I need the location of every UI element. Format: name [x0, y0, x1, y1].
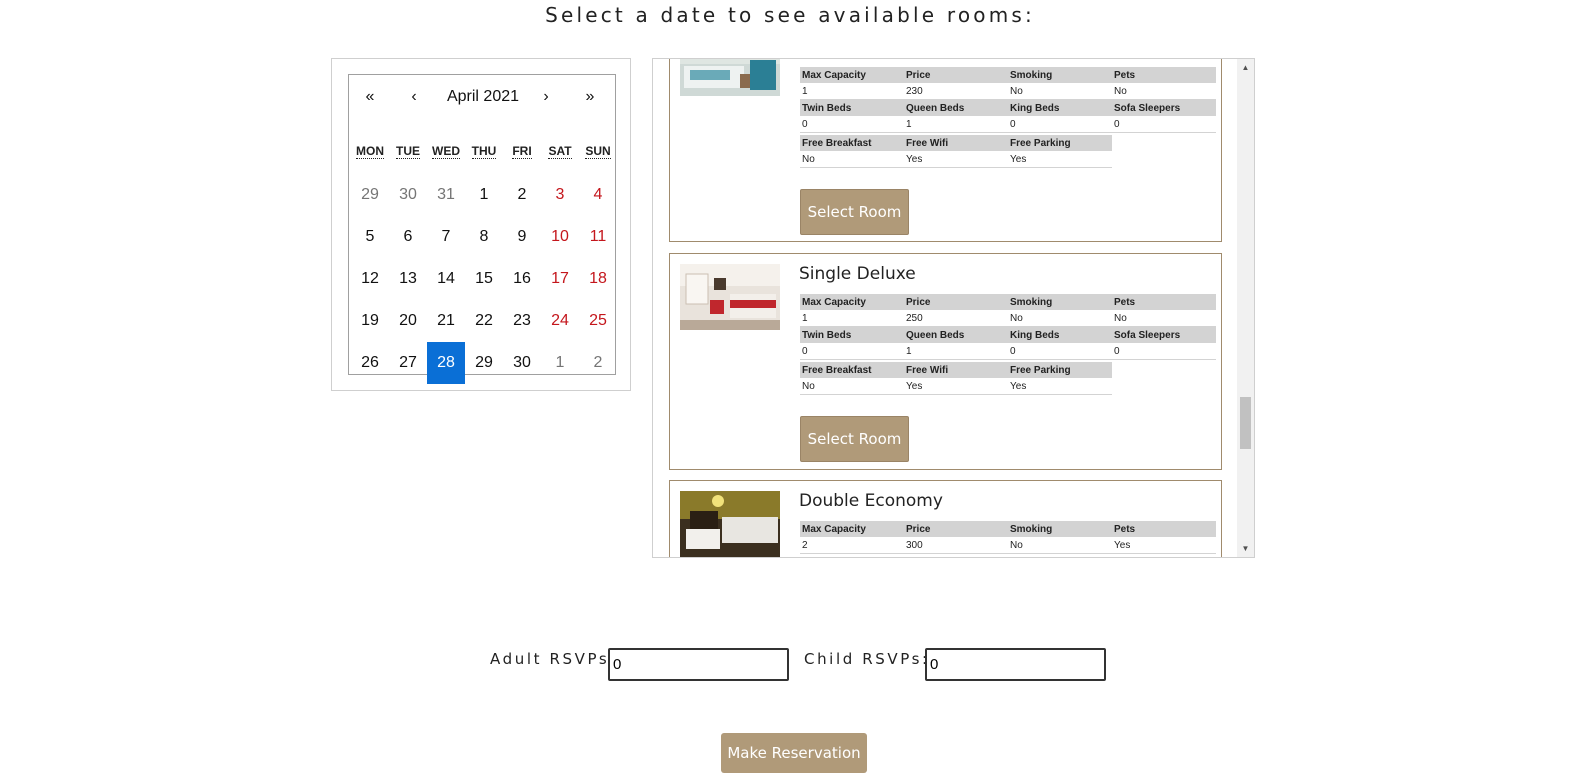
select-room-button[interactable]: Select Room: [800, 416, 909, 462]
scrollbar-thumb[interactable]: [1240, 397, 1251, 449]
calendar-day[interactable]: 5: [351, 216, 389, 258]
calendar-day[interactable]: 25: [579, 300, 617, 342]
room-photo: [680, 59, 780, 96]
weekday-label: FRI: [512, 144, 532, 159]
room-card: Single Deluxe Max Capacity Price Smoking Pe…: [669, 253, 1222, 470]
calendar-day[interactable]: 12: [351, 258, 389, 300]
calendar-day[interactable]: 29: [465, 342, 503, 384]
calendar-day[interactable]: 22: [465, 300, 503, 342]
room-name: Single Deluxe: [799, 264, 916, 284]
scroll-down-icon[interactable]: ▼: [1237, 540, 1254, 557]
available-rooms-list[interactable]: Max Capacity Price Smoking Pets 1 230 No No Tw…: [652, 58, 1255, 558]
calendar-day[interactable]: 1: [541, 342, 579, 384]
weekday-label: WED: [432, 144, 460, 159]
calendar: « ‹ April 2021 › » MON TUE WED THU FRI S…: [348, 74, 616, 384]
calendar-day[interactable]: 9: [503, 216, 541, 258]
calendar-day[interactable]: 16: [503, 258, 541, 300]
weekday-header: MON TUE WED THU FRI SAT SUN: [351, 132, 617, 170]
calendar-day[interactable]: 18: [579, 258, 617, 300]
prev-month-button[interactable]: ‹: [399, 88, 429, 106]
weekday-label: MON: [356, 144, 384, 159]
calendar-day[interactable]: 17: [541, 258, 579, 300]
make-reservation-button[interactable]: Make Reservation: [721, 733, 867, 773]
prev-year-button[interactable]: «: [355, 88, 385, 106]
weekday-label: SAT: [548, 144, 572, 159]
scrollbar[interactable]: ▲ ▼: [1237, 59, 1254, 557]
calendar-day[interactable]: 2: [503, 174, 541, 216]
calendar-day[interactable]: 26: [351, 342, 389, 384]
next-month-button[interactable]: ›: [531, 88, 561, 106]
room-photo: [680, 491, 780, 557]
weekday-label: THU: [471, 144, 497, 159]
calendar-navigation: « ‹ April 2021 › »: [349, 75, 615, 119]
calendar-day[interactable]: 8: [465, 216, 503, 258]
room-card: Double Economy Max Capacity Price Smoking P…: [669, 480, 1222, 557]
room-specs-table: Max Capacity Price Smoking Pets 1 250 No No Tw…: [800, 294, 1216, 360]
room-amenities-table: Free Breakfast Free Wifi Free Parking No Ye…: [800, 362, 1112, 395]
scroll-up-icon[interactable]: ▲: [1237, 59, 1254, 76]
calendar-day[interactable]: 29: [351, 174, 389, 216]
calendar-day[interactable]: 2: [579, 342, 617, 384]
room-amenities-table: Free Breakfast Free Wifi Free Parking No Ye…: [800, 135, 1112, 168]
room-card: Max Capacity Price Smoking Pets 1 230 No No Tw…: [669, 59, 1222, 242]
room-specs-table: Max Capacity Price Smoking Pets 2 300 No Yes: [800, 521, 1216, 554]
calendar-day-selected[interactable]: 28: [427, 342, 465, 384]
calendar-day[interactable]: 11: [579, 216, 617, 258]
calendar-day[interactable]: 21: [427, 300, 465, 342]
calendar-day[interactable]: 23: [503, 300, 541, 342]
calendar-day[interactable]: 20: [389, 300, 427, 342]
room-photo: [680, 264, 780, 330]
calendar-grid: MON TUE WED THU FRI SAT SUN 29 30 31 1 2 3 4 5 6…: [351, 132, 617, 384]
adult-rsvp-label: Adult RSVPs: [490, 650, 610, 668]
calendar-day[interactable]: 30: [389, 174, 427, 216]
calendar-day[interactable]: 6: [389, 216, 427, 258]
calendar-day[interactable]: 10: [541, 216, 579, 258]
adult-rsvp-input[interactable]: [608, 648, 789, 681]
calendar-day[interactable]: 19: [351, 300, 389, 342]
calendar-day[interactable]: 30: [503, 342, 541, 384]
child-rsvp-input[interactable]: [925, 648, 1106, 681]
calendar-day[interactable]: 31: [427, 174, 465, 216]
next-year-button[interactable]: »: [575, 88, 605, 106]
month-label[interactable]: April 2021: [429, 88, 537, 106]
calendar-day[interactable]: 4: [579, 174, 617, 216]
weekday-label: TUE: [396, 144, 420, 159]
child-rsvp-label: Child RSVPs:: [804, 650, 930, 668]
calendar-day[interactable]: 24: [541, 300, 579, 342]
calendar-day[interactable]: 27: [389, 342, 427, 384]
calendar-day[interactable]: 1: [465, 174, 503, 216]
select-room-button[interactable]: Select Room: [800, 189, 909, 235]
calendar-day[interactable]: 15: [465, 258, 503, 300]
calendar-day[interactable]: 7: [427, 216, 465, 258]
page-title: Select a date to see available rooms:: [545, 3, 1035, 27]
calendar-day[interactable]: 14: [427, 258, 465, 300]
room-name: Double Economy: [799, 491, 943, 511]
date-picker-panel: « ‹ April 2021 › » MON TUE WED THU FRI S…: [331, 58, 631, 391]
calendar-day[interactable]: 3: [541, 174, 579, 216]
calendar-day[interactable]: 13: [389, 258, 427, 300]
weekday-label: SUN: [585, 144, 611, 159]
room-specs-table: Max Capacity Price Smoking Pets 1 230 No No Tw…: [800, 67, 1216, 133]
